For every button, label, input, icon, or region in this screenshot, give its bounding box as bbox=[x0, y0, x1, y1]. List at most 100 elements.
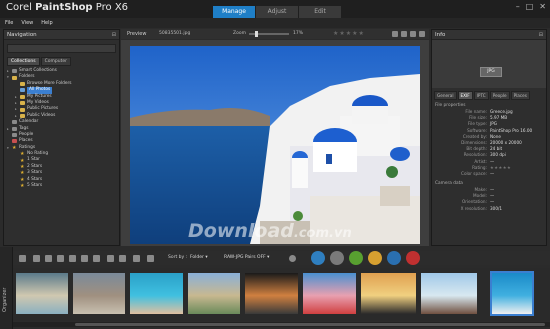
info-title: Info bbox=[435, 32, 446, 38]
photo-thumbnail[interactable] bbox=[188, 273, 240, 314]
raw-jpg-filter-dropdown[interactable]: RAW-JPG Pairs OFF ▾ bbox=[224, 251, 269, 265]
folder-icon bbox=[20, 81, 25, 86]
globe-icon[interactable] bbox=[392, 31, 398, 37]
star-icon: ★ bbox=[20, 157, 25, 164]
rating-stars[interactable]: ★★★★★ bbox=[333, 29, 365, 39]
tab-exif[interactable]: EXIF bbox=[457, 91, 473, 100]
select-all-icon[interactable] bbox=[33, 255, 40, 262]
pin-icon[interactable]: ⊟ bbox=[112, 30, 116, 40]
info-header: Info ⊟ bbox=[432, 30, 546, 40]
folder-icon bbox=[20, 113, 25, 118]
search-input[interactable] bbox=[7, 44, 116, 53]
star-icon: ★ bbox=[20, 164, 25, 171]
sort-dropdown[interactable]: Folder ▾ bbox=[190, 251, 208, 265]
mode-tabs: Manage Adjust Edit bbox=[213, 6, 342, 18]
color-swatch[interactable] bbox=[330, 251, 344, 265]
print-icon[interactable] bbox=[107, 255, 114, 262]
tab-edit[interactable]: Edit bbox=[299, 6, 341, 18]
color-swatch[interactable] bbox=[406, 251, 420, 265]
color-swatch[interactable] bbox=[387, 251, 401, 265]
filter-icon[interactable] bbox=[93, 255, 100, 262]
navigation-panel: Navigation ⊟ Collections Computer ▸ Smart… bbox=[3, 29, 120, 246]
watermark-text: Download.com.vn bbox=[188, 220, 352, 242]
property-value[interactable]: 300/1 bbox=[490, 206, 502, 212]
tab-adjust[interactable]: Adjust bbox=[256, 6, 298, 18]
info-thumbnail-area: JPG bbox=[432, 40, 546, 88]
collection-icon bbox=[20, 88, 25, 93]
menu-bar: File View Help bbox=[0, 18, 550, 28]
app-title: Corel PaintShop Pro X6 bbox=[6, 2, 129, 13]
photo-thumbnail[interactable] bbox=[421, 273, 477, 314]
share-icon[interactable] bbox=[57, 255, 64, 262]
preview-image bbox=[130, 46, 420, 244]
zoom-slider[interactable] bbox=[249, 31, 289, 37]
color-swatch[interactable] bbox=[368, 251, 382, 265]
close-icon[interactable]: ✕ bbox=[539, 2, 546, 11]
thumbnail-view-icon[interactable] bbox=[410, 31, 416, 37]
photo-thumbnail[interactable] bbox=[130, 273, 183, 314]
collection-icon bbox=[12, 133, 17, 138]
photo-thumbnail[interactable] bbox=[245, 273, 298, 314]
folder-icon bbox=[20, 94, 25, 99]
folder-icon bbox=[20, 101, 25, 106]
fullscreen-icon[interactable] bbox=[419, 31, 425, 37]
collection-icon bbox=[12, 120, 17, 125]
collection-icon bbox=[12, 139, 17, 144]
tab-collections[interactable]: Collections bbox=[7, 57, 40, 66]
tab-places[interactable]: Places bbox=[510, 91, 530, 100]
search-icon[interactable] bbox=[289, 255, 296, 262]
file-properties: File name: Greece.jpg File size: 5.97 MB Fil… bbox=[432, 109, 546, 177]
photo-thumbnail[interactable] bbox=[73, 273, 125, 314]
info-panel: Info ⊟ JPG General EXIF IPTC People Plac… bbox=[431, 29, 547, 246]
preview-area bbox=[121, 40, 429, 246]
zoom-slider-thumb[interactable] bbox=[255, 31, 258, 37]
star-icon: ★ bbox=[12, 144, 17, 151]
pin-icon[interactable]: ⊟ bbox=[539, 30, 543, 40]
fit-view-icon[interactable] bbox=[401, 31, 407, 37]
collection-icon bbox=[12, 126, 17, 131]
photo-thumbnail[interactable] bbox=[16, 273, 68, 314]
photo-thumbnail[interactable] bbox=[490, 271, 534, 316]
navigation-header: Navigation ⊟ bbox=[4, 30, 119, 40]
tree-item-label: 5 Stars bbox=[27, 183, 43, 189]
format-badge: JPG bbox=[480, 67, 502, 77]
photo-thumbnail[interactable] bbox=[361, 273, 416, 314]
tag-icon[interactable] bbox=[45, 255, 52, 262]
navigation-title: Navigation bbox=[7, 32, 37, 38]
menu-view[interactable]: View bbox=[21, 18, 33, 28]
menu-help[interactable]: Help bbox=[41, 18, 52, 28]
property-key: X resolution: bbox=[460, 205, 487, 211]
collection-icon bbox=[12, 69, 17, 74]
color-swatch[interactable] bbox=[311, 251, 325, 265]
thumbnail-strip bbox=[13, 268, 550, 321]
scrollbar-thumb[interactable] bbox=[75, 323, 545, 326]
tab-iptc[interactable]: IPTC bbox=[473, 91, 489, 100]
preview-filename: 50835501.jpg bbox=[159, 31, 191, 36]
tab-computer[interactable]: Computer bbox=[40, 57, 71, 66]
rotate-right-icon[interactable] bbox=[81, 255, 88, 262]
tab-manage[interactable]: Manage bbox=[213, 6, 255, 18]
photo-thumbnail[interactable] bbox=[303, 273, 356, 314]
tab-general[interactable]: General bbox=[434, 91, 457, 100]
maximize-icon[interactable]: □ bbox=[526, 2, 534, 11]
zoom-label: Zoom bbox=[233, 31, 246, 36]
property-value[interactable]: — bbox=[490, 171, 494, 177]
organizer-toolbar: Sort by : Folder ▾ RAW-JPG Pairs OFF ▾ bbox=[13, 251, 550, 265]
tab-people[interactable]: People bbox=[489, 91, 510, 100]
rotate-left-icon[interactable] bbox=[69, 255, 76, 262]
tree-item[interactable]: ★ 5 Stars bbox=[7, 183, 119, 189]
minimize-icon[interactable]: – bbox=[516, 2, 520, 11]
navigation-tabs: Collections Computer bbox=[7, 57, 119, 66]
star-icon: ★ bbox=[20, 176, 25, 183]
color-swatch[interactable] bbox=[349, 251, 363, 265]
star-icon: ★ bbox=[20, 151, 25, 158]
zoom-value: 17% bbox=[293, 31, 304, 36]
thumbnail-scrollbar[interactable] bbox=[13, 322, 550, 327]
organizer-label: Organizer bbox=[2, 287, 8, 312]
info-tabs: General EXIF IPTC People Places bbox=[434, 91, 544, 100]
collapse-icon[interactable] bbox=[19, 255, 26, 262]
menu-file[interactable]: File bbox=[5, 18, 13, 28]
view-mode-icon[interactable] bbox=[133, 255, 140, 262]
details-icon[interactable] bbox=[147, 255, 154, 262]
upload-icon[interactable] bbox=[119, 255, 126, 262]
